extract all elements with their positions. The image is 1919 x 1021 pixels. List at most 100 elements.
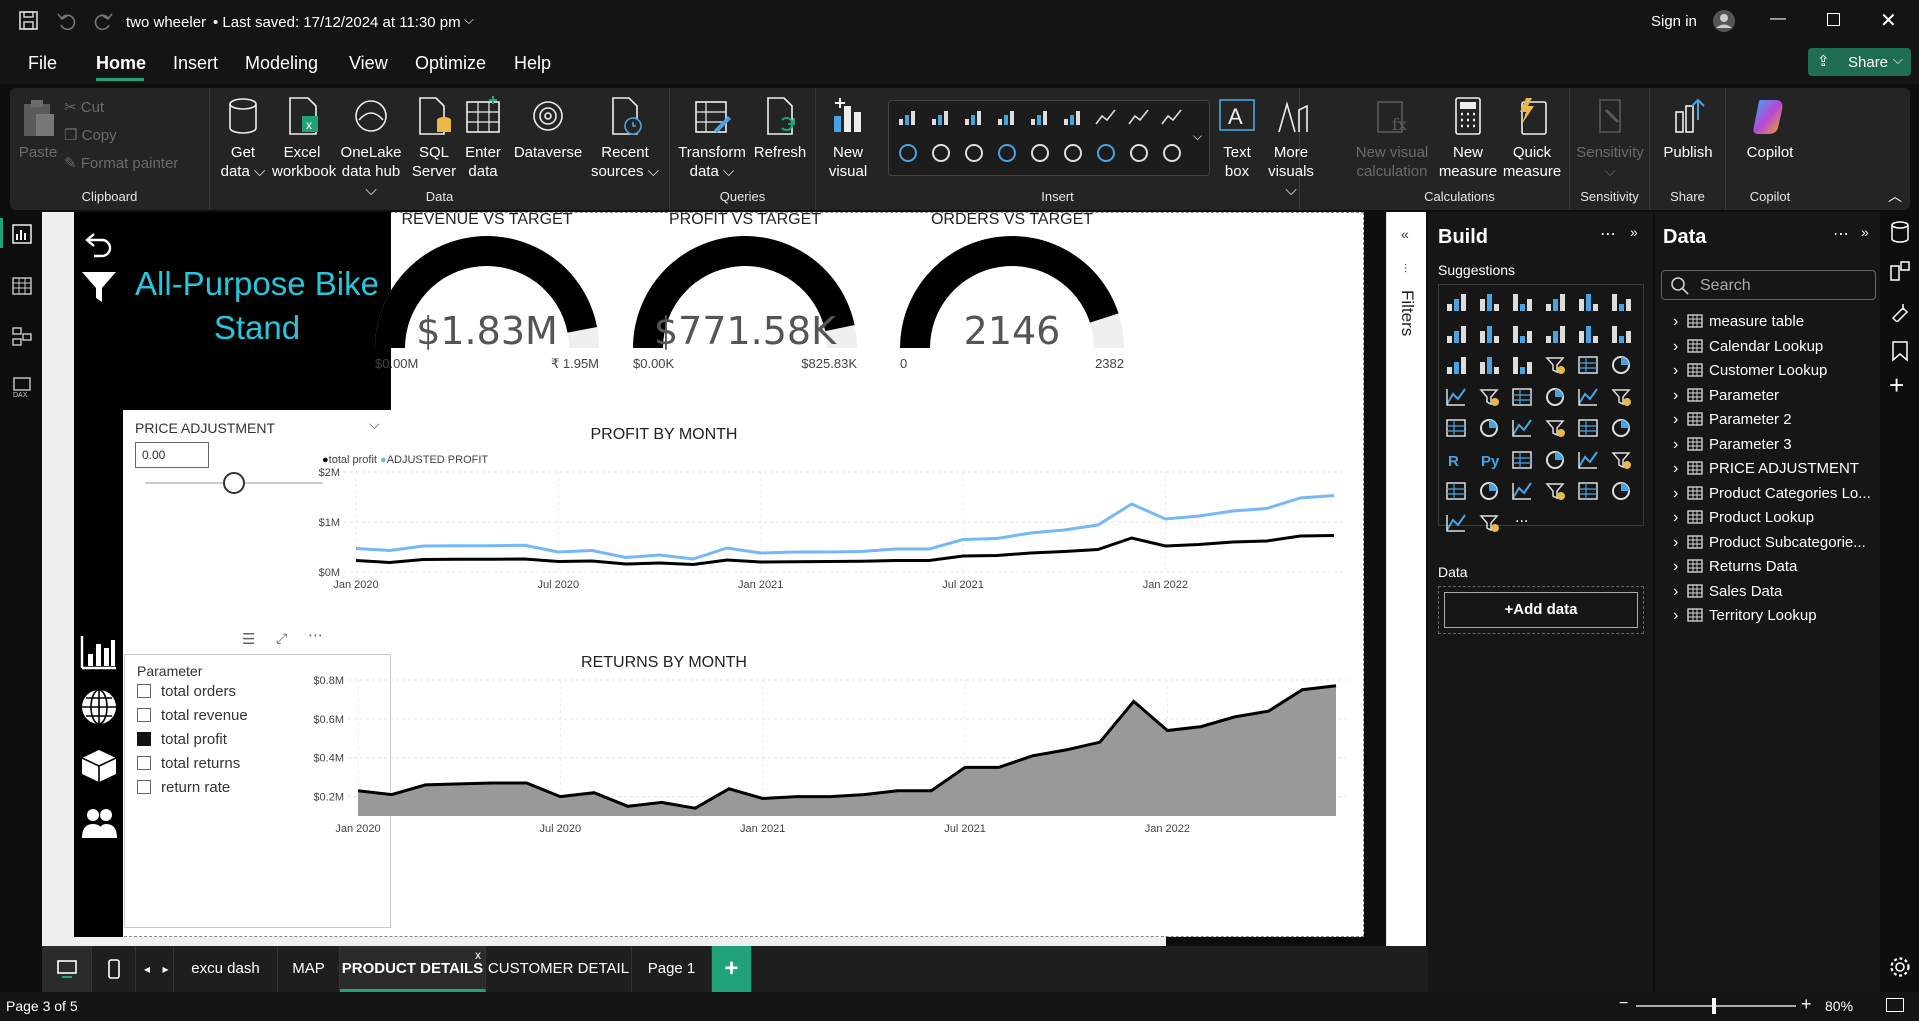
column-line-icon[interactable] — [1478, 354, 1500, 376]
sign-in-link[interactable]: Sign in — [1651, 13, 1697, 30]
kpi-icon[interactable] — [1511, 417, 1533, 439]
file-name[interactable]: two wheeler — [126, 14, 206, 31]
power-automate-flow-icon[interactable] — [1478, 512, 1500, 534]
menu-home[interactable]: Home — [96, 53, 146, 74]
pie-chart-icon[interactable] — [897, 143, 919, 163]
data-point[interactable] — [863, 794, 865, 796]
data-point[interactable] — [1200, 726, 1202, 728]
profit-by-month-chart[interactable]: $0M $1M $2M Jan 2020 Jul 2020 Jan 2021 Jul 202… — [314, 468, 1354, 594]
data-point[interactable] — [1032, 755, 1034, 757]
line-clustered-icon[interactable] — [1610, 323, 1632, 345]
collapse-ribbon-icon[interactable]: ︿ — [1888, 186, 1902, 206]
donut-chart-icon[interactable] — [930, 143, 952, 163]
data-point[interactable] — [423, 545, 425, 547]
stacked-bar-icon[interactable] — [897, 107, 919, 127]
data-point[interactable] — [627, 805, 629, 807]
share-button[interactable]: ⇪ Share ⌵ — [1808, 48, 1911, 76]
data-point[interactable] — [661, 802, 663, 804]
data-point[interactable] — [760, 552, 762, 554]
zoom-out-icon[interactable]: − — [1619, 995, 1628, 1013]
new-measure-button[interactable]: New measure — [1438, 96, 1498, 181]
clustered-bar-icon[interactable] — [1511, 291, 1533, 313]
menu-view[interactable]: View — [349, 53, 388, 74]
matrix-icon[interactable] — [1161, 143, 1183, 163]
power-automate-icon[interactable] — [1544, 480, 1566, 502]
donut-chart-icon[interactable] — [1610, 354, 1632, 376]
data-point[interactable] — [524, 558, 526, 560]
data-point[interactable] — [728, 788, 730, 790]
diamond-visual-icon[interactable] — [1445, 512, 1467, 534]
bar-chart-nav-icon[interactable] — [80, 632, 118, 670]
data-point[interactable] — [526, 782, 528, 784]
chevron-right-icon[interactable]: › — [1673, 505, 1687, 531]
data-point[interactable] — [1333, 495, 1335, 497]
data-point[interactable] — [524, 544, 526, 546]
key-influencers-icon[interactable] — [1511, 449, 1533, 471]
line-chart-icon[interactable] — [1445, 323, 1467, 345]
checkbox[interactable] — [137, 756, 151, 770]
checkbox[interactable] — [137, 732, 151, 746]
data-point[interactable] — [861, 551, 863, 553]
parameter-option[interactable]: return rate — [137, 779, 230, 801]
scatter-icon[interactable] — [1544, 354, 1566, 376]
build-pane-switch-icon[interactable] — [1889, 260, 1911, 282]
data-table-item[interactable]: › Parameter 3 — [1673, 432, 1873, 458]
data-point[interactable] — [423, 559, 425, 561]
checkbox[interactable] — [137, 780, 151, 794]
table-view-icon[interactable] — [12, 276, 32, 296]
publish-button[interactable]: Publish — [1656, 96, 1720, 162]
focus-mode-icon[interactable]: ⤢ — [276, 630, 287, 647]
model-view-icon[interactable] — [12, 326, 32, 346]
data-point[interactable] — [391, 794, 393, 796]
checkbox[interactable] — [137, 708, 151, 722]
data-point[interactable] — [389, 550, 391, 552]
data-point[interactable] — [996, 555, 998, 557]
gauge-icon[interactable] — [1610, 386, 1632, 408]
more-options-icon[interactable]: ⋯ — [1833, 224, 1849, 244]
more-options-icon[interactable]: ⋯ — [1600, 224, 1616, 244]
data-point[interactable] — [1030, 552, 1032, 554]
line-column-icon[interactable] — [1577, 323, 1599, 345]
data-point[interactable] — [1097, 549, 1099, 551]
data-point[interactable] — [1266, 508, 1268, 510]
data-point[interactable] — [726, 547, 728, 549]
stacked-area-icon[interactable] — [1511, 323, 1533, 345]
customers-icon[interactable] — [80, 804, 118, 842]
data-point[interactable] — [760, 561, 762, 563]
data-point[interactable] — [827, 551, 829, 553]
data-point[interactable] — [558, 561, 560, 563]
menu-file[interactable]: File — [28, 53, 57, 74]
clustered-column-icon[interactable] — [1544, 291, 1566, 313]
excel-workbook-button[interactable]: x Excel workbook — [272, 96, 336, 181]
filter-icon[interactable] — [80, 268, 118, 306]
quick-measure-button[interactable]: Quick measure — [1502, 96, 1562, 181]
filled-map-icon[interactable] — [1511, 386, 1533, 408]
decomposition-tree-icon[interactable] — [1544, 449, 1566, 471]
data-point[interactable] — [560, 796, 562, 798]
matrix-icon[interactable] — [1610, 417, 1632, 439]
checkbox[interactable] — [137, 684, 151, 698]
chevron-right-icon[interactable]: › — [1673, 554, 1687, 580]
data-point[interactable] — [490, 558, 492, 560]
get-data-button[interactable]: Get data ⌵ — [218, 96, 268, 181]
gauge[interactable]: REVENUE VS TARGET $1.83M $0.00M ₹ 1.95M — [375, 212, 599, 371]
chevron-right-icon[interactable]: › — [1673, 456, 1687, 482]
table-visual-icon[interactable] — [1128, 143, 1150, 163]
data-table-item[interactable]: › Parameter — [1673, 383, 1873, 409]
data-table-item[interactable]: › Product Categories Lo... — [1673, 481, 1873, 507]
paginated-report-icon[interactable] — [1478, 480, 1500, 502]
text-box-button[interactable]: A Text box — [1216, 96, 1258, 181]
dataverse-button[interactable]: Dataverse — [510, 96, 586, 162]
format-pane-switch-icon[interactable] — [1889, 300, 1911, 322]
data-point[interactable] — [1030, 532, 1032, 534]
data-point[interactable] — [692, 564, 694, 566]
area-chart-icon[interactable] — [1128, 107, 1150, 127]
line-chart-icon[interactable] — [1095, 107, 1117, 127]
chevron-down-icon[interactable]: ⌵ — [464, 12, 474, 28]
data-point[interactable] — [1065, 749, 1067, 751]
pie-chart-icon[interactable] — [1577, 354, 1599, 376]
table-visual-icon[interactable] — [1577, 417, 1599, 439]
page-tab-map[interactable]: MAP — [278, 946, 340, 992]
data-point[interactable] — [1299, 535, 1301, 537]
data-point[interactable] — [659, 554, 661, 556]
